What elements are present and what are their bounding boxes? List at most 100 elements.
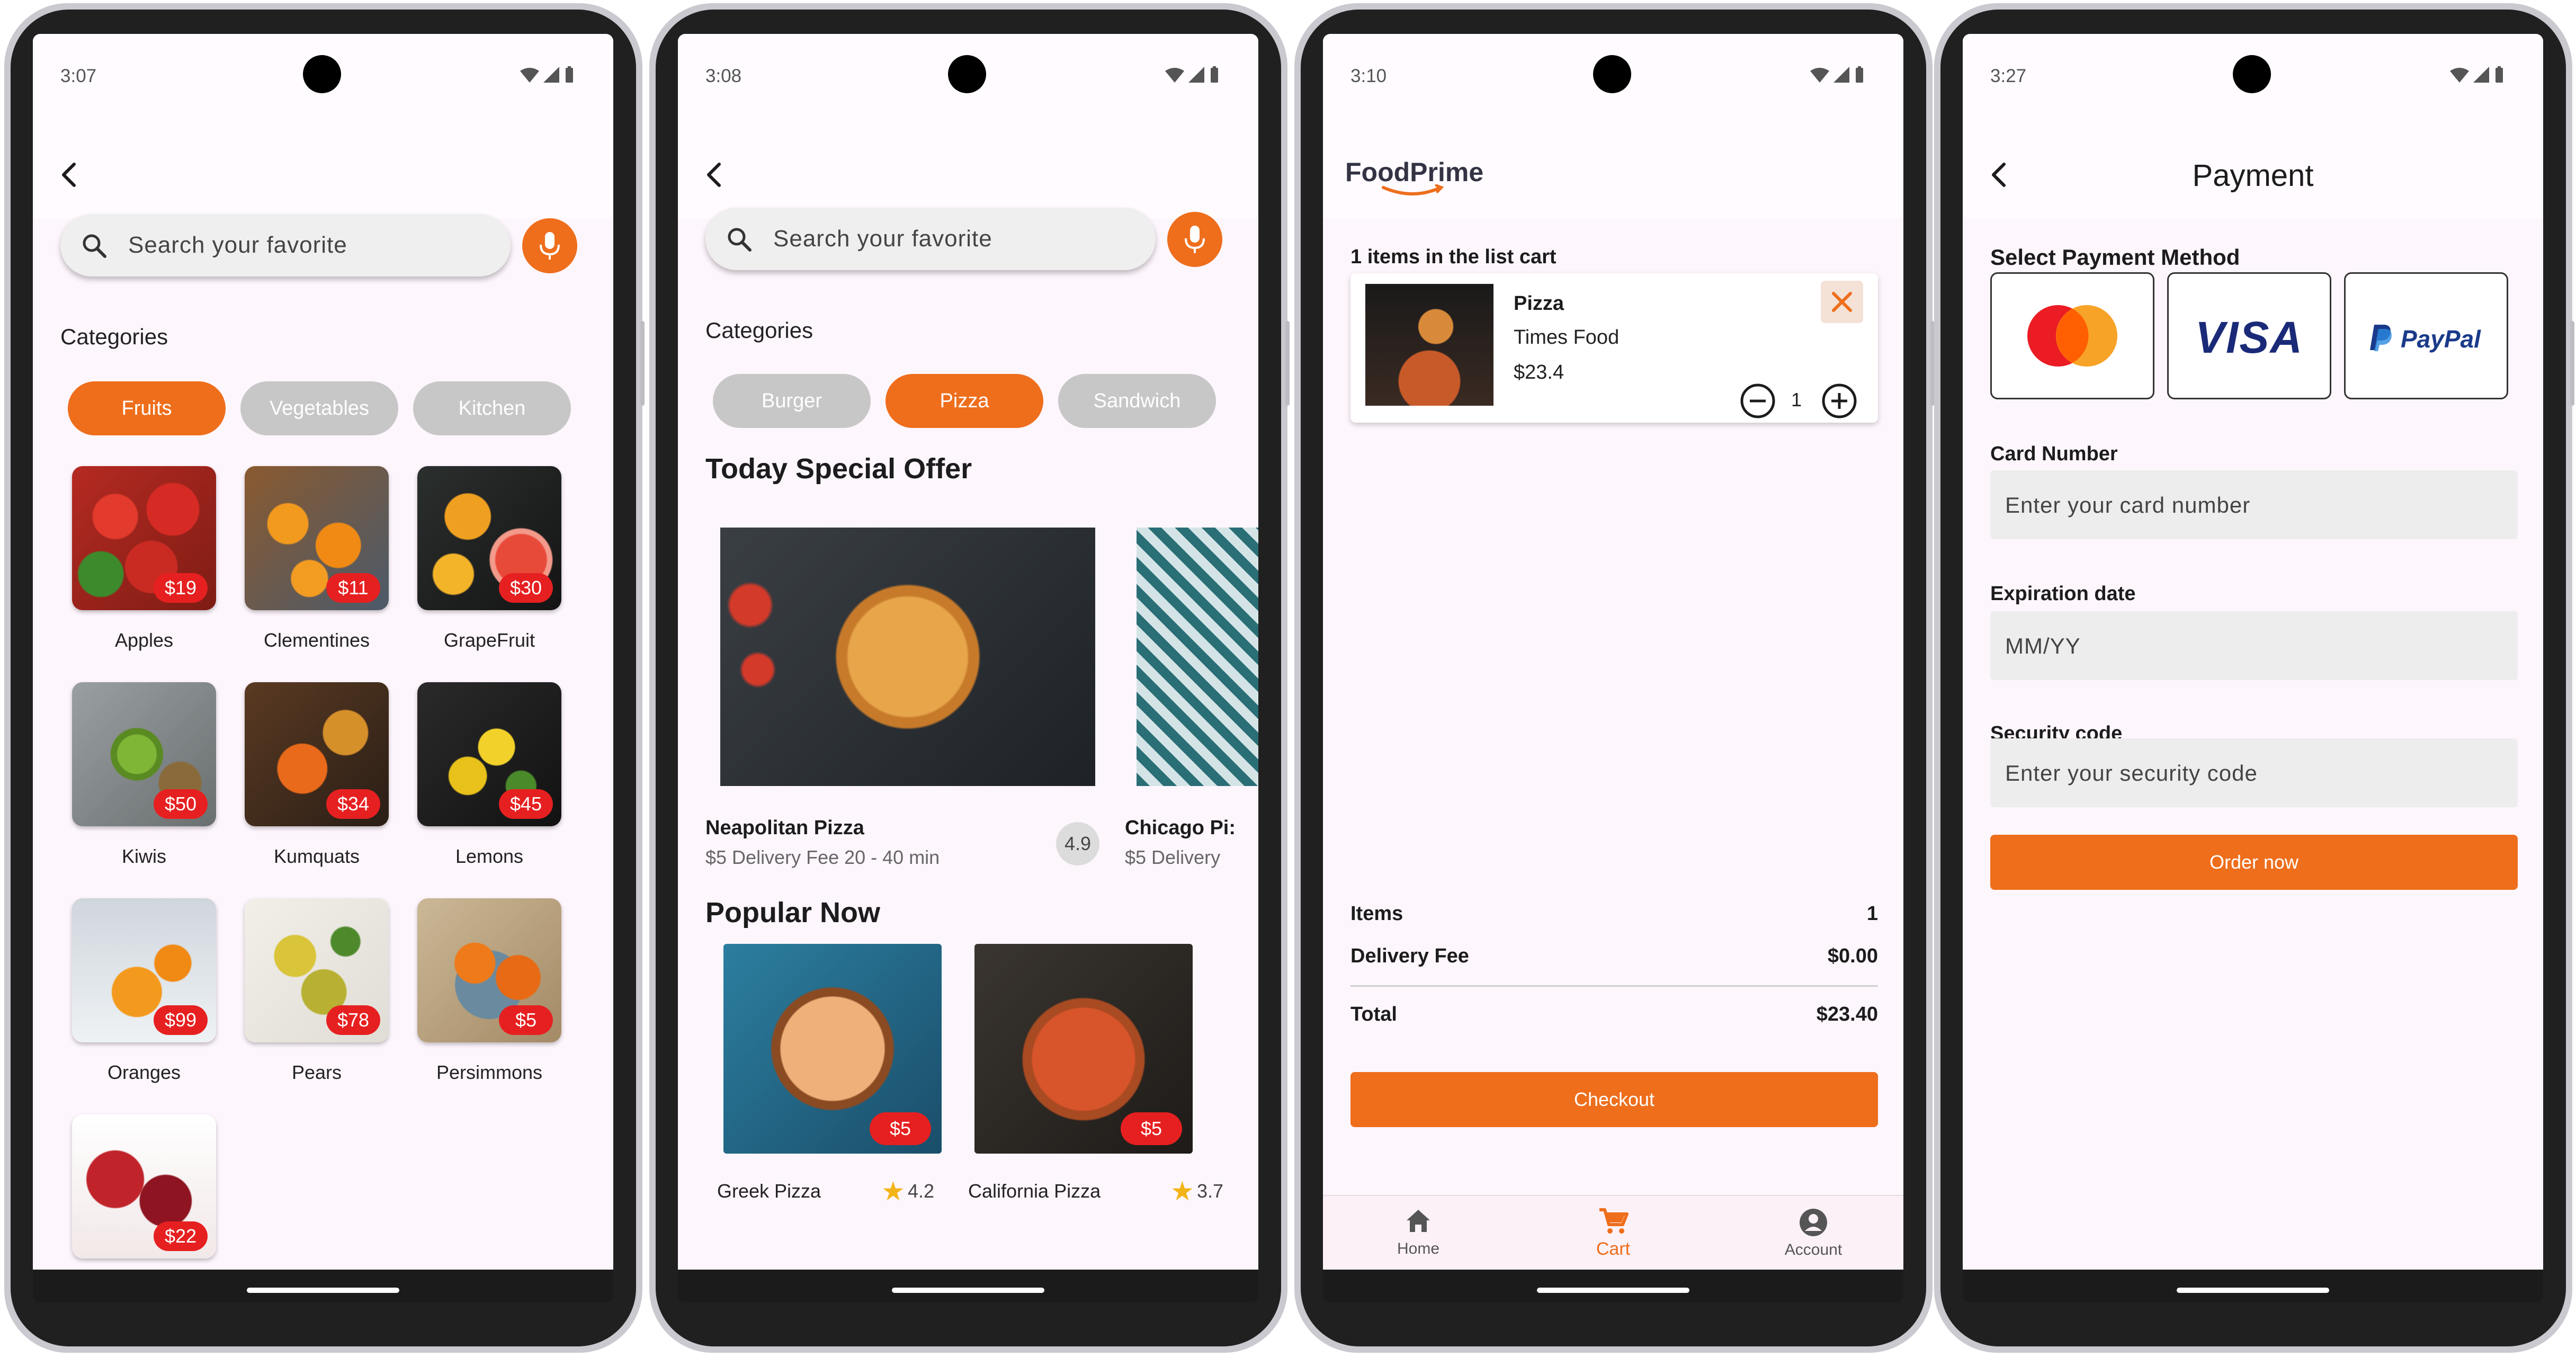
order-now-button[interactable]: Order now bbox=[1990, 835, 2518, 890]
phone-frame-3: 3:10 FoodPrime 1 items in the list cart … bbox=[1294, 3, 1935, 1353]
popular-item-name: Greek Pizza bbox=[717, 1180, 821, 1202]
summary-items-label: Items bbox=[1350, 903, 1403, 925]
chip-fruits[interactable]: Fruits bbox=[68, 381, 226, 435]
status-bar: 3:27 bbox=[1963, 34, 2543, 101]
signal-battery-icon bbox=[2449, 66, 2507, 84]
price-badge: $78 bbox=[326, 1005, 380, 1035]
product-name: Kumquats bbox=[273, 845, 360, 867]
phone-frame-1: 3:07 Search your favorite Categories Fru… bbox=[4, 3, 645, 1353]
nav-home[interactable]: Home bbox=[1387, 1208, 1450, 1266]
product-card-kiwis[interactable]: $50 Kiwis bbox=[72, 682, 216, 868]
product-card-oranges[interactable]: $99 Oranges bbox=[72, 898, 216, 1084]
home-indicator[interactable] bbox=[2177, 1288, 2329, 1293]
pomegranate-image: $22 bbox=[72, 1114, 216, 1258]
categories-title: Categories bbox=[60, 324, 168, 349]
price-badge: $5 bbox=[499, 1005, 553, 1035]
card-number-placeholder: Enter your card number bbox=[2005, 493, 2251, 517]
chip-kitchen[interactable]: Kitchen bbox=[413, 381, 571, 435]
paypal-logo: PayPal bbox=[2401, 325, 2481, 353]
california-pizza-image[interactable]: $5 bbox=[974, 944, 1193, 1154]
plus-circle-icon[interactable] bbox=[1821, 382, 1858, 419]
remove-item-button[interactable] bbox=[1821, 281, 1863, 323]
greek-pizza-image[interactable]: $5 bbox=[723, 944, 942, 1154]
mic-button[interactable] bbox=[1167, 212, 1222, 267]
special-subtitle: $5 Delivery Fee 20 - 40 min bbox=[705, 846, 940, 868]
popular-item-name: California Pizza bbox=[968, 1180, 1101, 1202]
app-display: 3:07 Search your favorite Categories Fru… bbox=[33, 34, 613, 1270]
status-time: 3:27 bbox=[1990, 66, 2027, 86]
chicago-pizza-image[interactable] bbox=[1137, 528, 1258, 786]
price-badge: $99 bbox=[154, 1005, 208, 1035]
phone-frame-2: 3:08 Search your favorite Categories Bur… bbox=[649, 3, 1290, 1353]
lemons-image: $45 bbox=[417, 682, 561, 826]
back-arrow-icon[interactable] bbox=[54, 159, 86, 191]
nav-account-label: Account bbox=[1784, 1241, 1842, 1258]
neapolitan-pizza-image[interactable] bbox=[720, 528, 1095, 786]
visa-option[interactable]: VISA bbox=[2167, 272, 2331, 399]
chip-pizza[interactable]: Pizza bbox=[885, 374, 1043, 428]
nav-cart-label: Cart bbox=[1596, 1239, 1631, 1259]
paypal-option[interactable]: PayPal bbox=[2344, 272, 2508, 399]
nav-account[interactable]: Account bbox=[1776, 1208, 1850, 1266]
phone-side-button bbox=[2570, 321, 2574, 406]
popular-item-rating: 4.2 bbox=[908, 1180, 935, 1202]
price-badge: $22 bbox=[154, 1221, 208, 1251]
product-card-kumquats[interactable]: $34 Kumquats bbox=[245, 682, 389, 868]
star-icon: ★ bbox=[881, 1176, 905, 1206]
status-time: 3:07 bbox=[60, 66, 97, 86]
clementines-image: $11 bbox=[245, 466, 389, 610]
popular-item-rating: 3.7 bbox=[1197, 1180, 1224, 1202]
special-name: Neapolitan Pizza bbox=[705, 817, 864, 839]
product-card-grapefruit[interactable]: $30 GrapeFruit bbox=[417, 466, 561, 651]
app-display: 3:10 FoodPrime 1 items in the list cart … bbox=[1323, 34, 1903, 1270]
checkout-button[interactable]: Checkout bbox=[1350, 1072, 1878, 1127]
chip-burger[interactable]: Burger bbox=[713, 374, 871, 428]
home-indicator[interactable] bbox=[892, 1288, 1044, 1293]
phone-frame-4: 3:27 Payment Select Payment Method VISA bbox=[1934, 3, 2574, 1353]
mastercard-option[interactable] bbox=[1990, 272, 2154, 399]
chip-sandwich[interactable]: Sandwich bbox=[1058, 374, 1216, 428]
security-code-field[interactable]: Enter your security code bbox=[1990, 738, 2518, 807]
expiration-date-placeholder: MM/YY bbox=[2005, 633, 2081, 658]
grapefruit-image: $30 bbox=[417, 466, 561, 610]
signal-battery-icon bbox=[519, 66, 577, 84]
mic-button[interactable] bbox=[522, 218, 577, 273]
nav-home-label: Home bbox=[1397, 1240, 1440, 1257]
product-name: Lemons bbox=[455, 845, 524, 867]
product-card-lemons[interactable]: $45 Lemons bbox=[417, 682, 561, 868]
product-card-pears[interactable]: $78 Pears bbox=[245, 898, 389, 1084]
product-name: Oranges bbox=[107, 1061, 181, 1083]
chip-vegetables[interactable]: Vegetables bbox=[240, 381, 398, 435]
camera-cutout bbox=[303, 55, 341, 93]
product-card-pomegranate[interactable]: $22 bbox=[72, 1114, 216, 1258]
app-bar: FoodPrime bbox=[1323, 101, 1903, 218]
app-display: 3:27 Payment Select Payment Method VISA bbox=[1963, 34, 2543, 1270]
product-name: GrapeFruit bbox=[443, 629, 535, 651]
cart-item-name: Pizza bbox=[1514, 292, 1564, 315]
back-arrow-icon[interactable] bbox=[699, 159, 731, 191]
expiration-date-field[interactable]: MM/YY bbox=[1990, 611, 2518, 680]
minus-circle-icon[interactable] bbox=[1739, 382, 1776, 419]
price-badge: $11 bbox=[326, 573, 380, 603]
search-bar[interactable]: Search your favorite bbox=[705, 208, 1156, 270]
search-input[interactable]: Search your favorite bbox=[773, 226, 992, 252]
product-card-persimmons[interactable]: $5 Persimmons bbox=[417, 898, 561, 1084]
home-indicator[interactable] bbox=[1537, 1288, 1689, 1293]
status-bar: 3:07 bbox=[33, 34, 613, 101]
search-bar[interactable]: Search your favorite bbox=[60, 214, 511, 276]
product-card-clementines[interactable]: $11 Clementines bbox=[245, 466, 389, 651]
product-card-apples[interactable]: $19 Apples bbox=[72, 466, 216, 651]
cart-item-card[interactable]: Pizza Times Food $23.4 1 bbox=[1350, 273, 1878, 423]
price-badge: $19 bbox=[154, 573, 208, 603]
account-circle-icon bbox=[1800, 1209, 1827, 1236]
card-number-label: Card Number bbox=[1990, 443, 2118, 465]
nav-cart[interactable]: Cart bbox=[1581, 1208, 1645, 1266]
next-popular-peek bbox=[1224, 944, 1258, 1154]
app-bar bbox=[678, 101, 1258, 218]
home-indicator[interactable] bbox=[247, 1288, 399, 1293]
phone-side-button bbox=[1285, 321, 1290, 406]
summary-total-label: Total bbox=[1350, 1003, 1397, 1025]
card-number-field[interactable]: Enter your card number bbox=[1990, 470, 2518, 539]
product-name: Apples bbox=[114, 629, 174, 651]
search-input[interactable]: Search your favorite bbox=[128, 232, 347, 258]
